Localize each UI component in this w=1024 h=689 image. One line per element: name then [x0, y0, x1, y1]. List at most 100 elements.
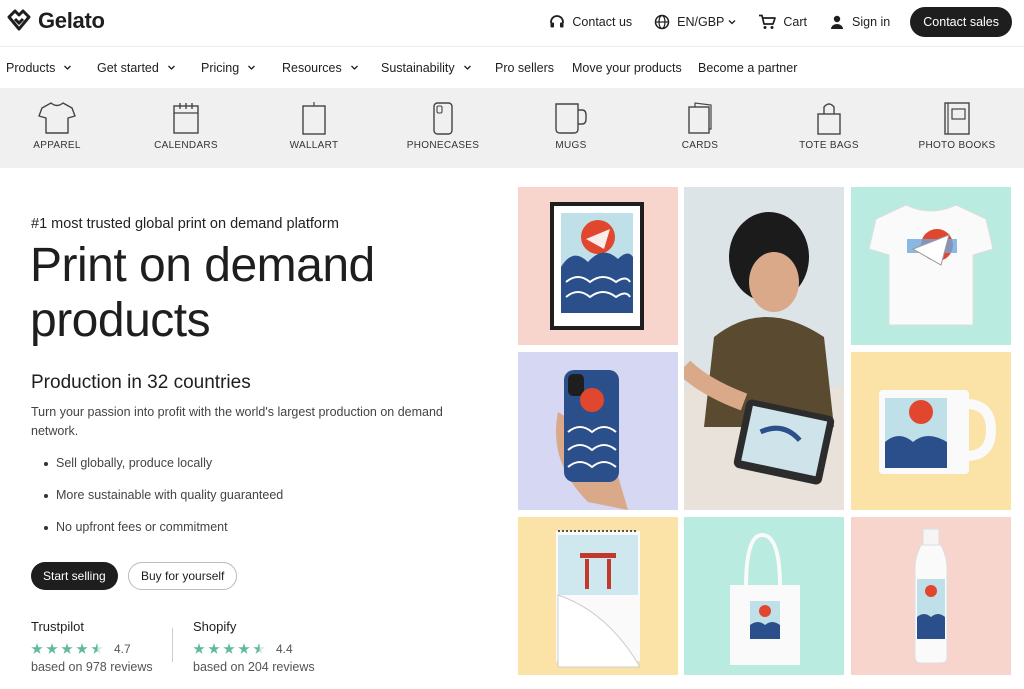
review-source: Trustpilot [31, 619, 84, 634]
review-divider [172, 628, 173, 662]
nav-move-your-products[interactable]: Move your products [572, 61, 682, 75]
locale-selector[interactable]: EN/GBP [654, 14, 736, 30]
cart-label: Cart [783, 15, 808, 29]
rating-score: 4.4 [276, 642, 293, 656]
phonecase-icon [433, 102, 453, 135]
locale-label: EN/GBP [677, 15, 725, 29]
contact-us-link[interactable]: Contact us [549, 14, 632, 30]
hero-title: Print on demand products [30, 238, 375, 348]
category-label: WALLART [289, 140, 339, 151]
mug-icon [555, 103, 587, 134]
bullet-dot [44, 526, 48, 530]
brand-name: Gelato [38, 8, 105, 33]
category-mugs[interactable]: MUGS [516, 88, 626, 168]
nav-label: Resources [282, 60, 342, 75]
user-icon [831, 15, 844, 29]
totebag-icon [817, 103, 841, 135]
tshirt-icon [38, 102, 76, 134]
chevron-down-icon [350, 65, 358, 70]
bullet-text: More sustainable with quality guaranteed [56, 488, 284, 502]
category-label: CALENDARS [154, 140, 218, 151]
hero-title-line1: Print on demand [30, 239, 375, 292]
category-label: TOTE BAGS [799, 140, 859, 151]
totebag-product-image [684, 517, 844, 675]
bottle-product-image [851, 517, 1011, 675]
hero-title-line2: products [30, 294, 211, 347]
nav-pricing[interactable]: Pricing [201, 61, 256, 75]
nav-resources[interactable]: Resources [282, 61, 359, 75]
category-tote-bags[interactable]: TOTE BAGS [774, 88, 884, 168]
rating-score: 4.7 [114, 642, 131, 656]
phonecase-product-image [518, 352, 678, 510]
star-icon [31, 643, 43, 654]
star-icon [46, 643, 58, 654]
start-selling-button[interactable]: Start selling [31, 562, 118, 590]
cards-icon [688, 102, 712, 134]
nav-label: Pricing [201, 60, 240, 75]
category-wallart[interactable]: WALLART [259, 88, 369, 168]
bullet-text: Sell globally, produce locally [56, 456, 213, 470]
creator-lifestyle-image [684, 187, 844, 510]
nav-get-started[interactable]: Get started [97, 61, 176, 75]
review-count: based on 978 reviews [31, 660, 153, 674]
star-icon [208, 643, 220, 654]
nav-label: Sustainability [381, 60, 455, 75]
hero-bullets: Sell globally, produce locally More sust… [44, 456, 283, 552]
nav-label: Get started [97, 60, 159, 75]
chevron-down-icon [167, 65, 175, 70]
bullet-dot [44, 462, 48, 466]
nav-label: Products [6, 60, 56, 75]
wallart-icon [302, 102, 326, 135]
wallart-product-image [518, 187, 678, 345]
nav-become-a-partner[interactable]: Become a partner [698, 61, 797, 75]
cart-link[interactable]: Cart [758, 14, 807, 30]
category-label: PHONECASES [406, 140, 480, 151]
calendar-icon [173, 103, 199, 134]
contact-sales-button[interactable]: Contact sales [910, 7, 1012, 37]
nav-label: Move your products [572, 60, 682, 75]
chevron-down-icon [463, 65, 471, 70]
review-count: based on 204 reviews [193, 660, 315, 674]
sign-in-label: Sign in [852, 15, 891, 29]
nav-products[interactable]: Products [6, 61, 72, 75]
review-trustpilot[interactable]: Trustpilot 4.7 based on 978 reviews [31, 619, 153, 674]
category-calendars[interactable]: CALENDARS [131, 88, 241, 168]
category-phonecases[interactable]: PHONECASES [388, 88, 498, 168]
cart-icon [759, 14, 777, 29]
nav-label: Become a partner [698, 60, 798, 75]
chevron-down-icon [64, 65, 72, 70]
buy-for-yourself-button[interactable]: Buy for yourself [128, 562, 238, 590]
star-half-icon [253, 643, 265, 654]
star-icon [193, 643, 205, 654]
bullet-item: No upfront fees or commitment [44, 520, 283, 552]
category-label: APPAREL [33, 140, 81, 151]
hero-subtitle: Production in 32 countries [31, 372, 251, 393]
star-icon [76, 643, 88, 654]
star-icon [61, 643, 73, 654]
top-bar: Gelato Contact us EN/GBP Cart Sign in Co… [0, 0, 1024, 44]
category-photo-books[interactable]: PHOTO BOOKS [902, 88, 1012, 168]
calendar-product-image [518, 517, 678, 675]
bullet-dot [44, 494, 48, 498]
nav-sustainability[interactable]: Sustainability [381, 61, 472, 75]
mug-product-image [851, 352, 1011, 510]
category-label: MUGS [555, 140, 587, 151]
star-icon [238, 643, 250, 654]
globe-icon [654, 14, 670, 30]
category-strip: APPAREL CALENDARS WALLART PHONECASES MUG… [0, 88, 1024, 168]
star-icon [223, 643, 235, 654]
bullet-item: More sustainable with quality guaranteed [44, 488, 283, 520]
chevron-down-icon [248, 65, 256, 70]
review-source: Shopify [193, 619, 237, 634]
sign-in-link[interactable]: Sign in [829, 14, 890, 30]
contact-us-label: Contact us [572, 15, 633, 29]
gelato-logo[interactable]: Gelato [6, 8, 105, 34]
review-shopify[interactable]: Shopify 4.4 based on 204 reviews [193, 619, 315, 674]
star-half-icon [91, 643, 103, 654]
chevron-down-icon [728, 20, 736, 25]
category-cards[interactable]: CARDS [645, 88, 755, 168]
bullet-item: Sell globally, produce locally [44, 456, 283, 488]
headset-icon [550, 15, 565, 28]
nav-pro-sellers[interactable]: Pro sellers [495, 61, 554, 75]
category-apparel[interactable]: APPAREL [2, 88, 112, 168]
